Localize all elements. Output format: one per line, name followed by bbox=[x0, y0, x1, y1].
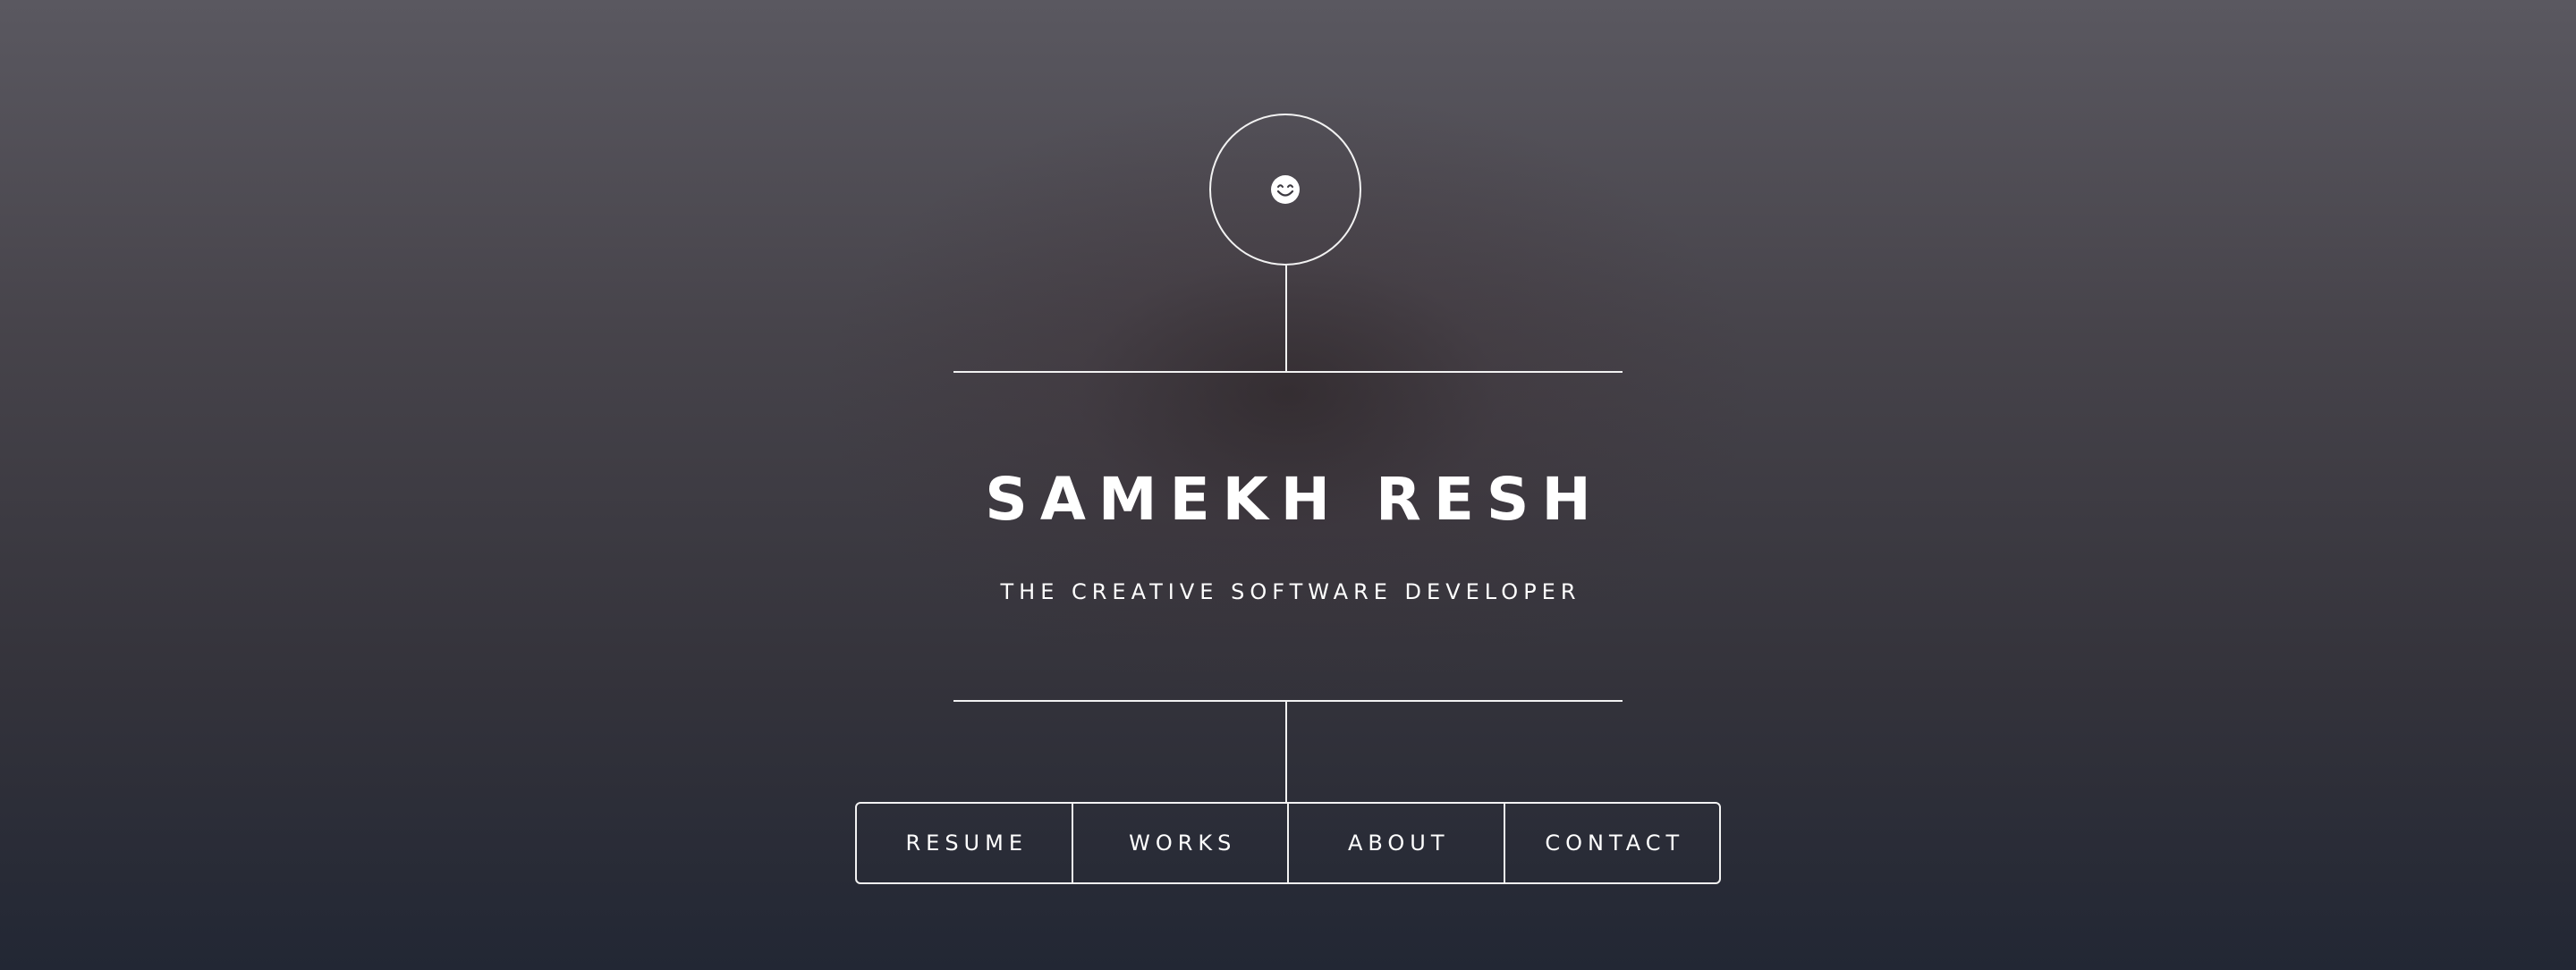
logo-circle bbox=[1209, 114, 1361, 266]
bottom-connector-line bbox=[1285, 701, 1287, 803]
nav-about-link[interactable]: ABOUT bbox=[1287, 804, 1504, 882]
bottom-divider-line bbox=[953, 700, 1623, 702]
top-divider-line bbox=[953, 371, 1623, 373]
main-nav: RESUME WORKS ABOUT CONTACT bbox=[855, 802, 1721, 884]
page-title: SAMEKH RESH bbox=[985, 465, 1604, 534]
top-connector-line bbox=[1285, 266, 1287, 372]
nav-contact-link[interactable]: CONTACT bbox=[1503, 804, 1720, 882]
smiling-face-icon bbox=[1271, 175, 1300, 204]
nav-works-link[interactable]: WORKS bbox=[1071, 804, 1288, 882]
page-tagline: THE CREATIVE SOFTWARE DEVELOPER bbox=[1000, 579, 1581, 604]
nav-resume-link[interactable]: RESUME bbox=[857, 804, 1072, 882]
